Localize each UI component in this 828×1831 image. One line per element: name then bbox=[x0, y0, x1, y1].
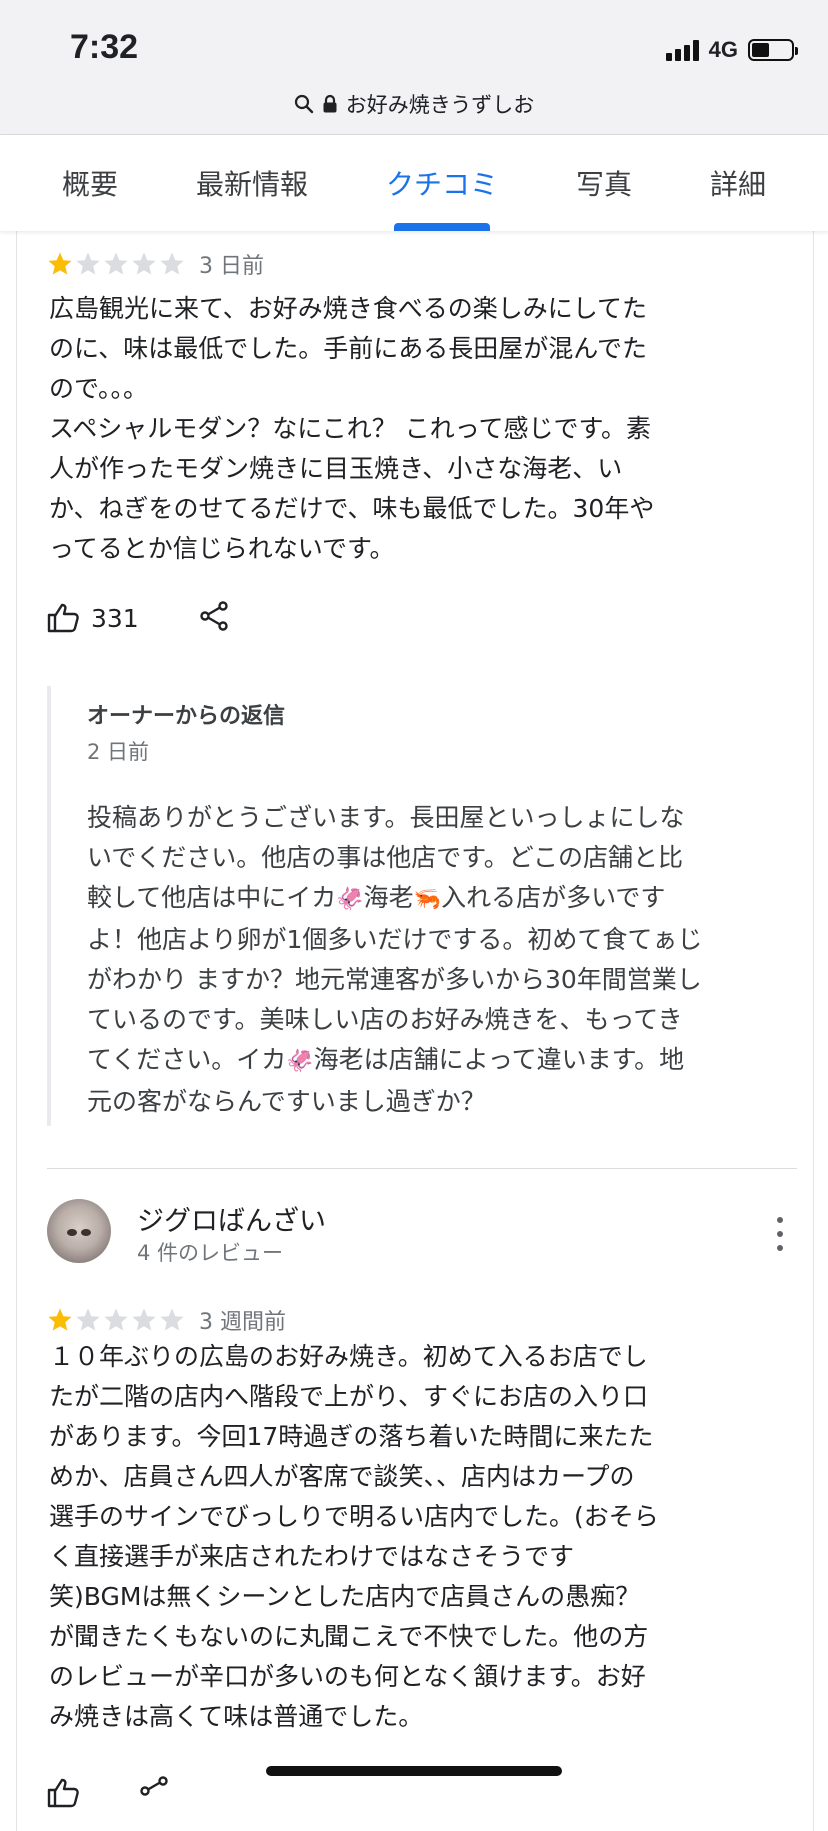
review-text-line: １０年ぶりの広島のお好み焼き。初めて入るお店でし bbox=[49, 1342, 648, 1371]
tab-photos[interactable]: 写真 bbox=[576, 135, 632, 231]
emoji-icon: 🦑 bbox=[286, 1049, 314, 1074]
active-tab-indicator bbox=[394, 223, 490, 231]
reviewer-header: ジグロばんざい 4 件のレビュー bbox=[47, 1199, 797, 1269]
url-bar[interactable]: お好み焼きうずしお bbox=[0, 84, 828, 124]
lock-icon bbox=[323, 94, 337, 113]
review-text-line: み焼きは高くて味は普通でした。 bbox=[49, 1702, 424, 1731]
reply-text-segment: 較して他店は中にイカ bbox=[87, 883, 337, 912]
star-empty-icon bbox=[104, 1308, 128, 1331]
review-actions bbox=[47, 1776, 169, 1810]
thumbs-up-icon bbox=[47, 1778, 79, 1808]
review-text-line: めか、店員さん四人が客席で談笑、、店内はカープの bbox=[49, 1462, 635, 1491]
reviews-list: 3 日前 広島観光に来て、お好み焼き食べるの楽しみにしてた のに、味は最低でした。… bbox=[16, 231, 814, 1831]
review-text-line: 選手のサインでびっしりで明るい店内でした。(おそら bbox=[49, 1502, 659, 1531]
reply-text-segment: 海老 bbox=[363, 883, 414, 912]
review-actions: 331 bbox=[47, 601, 229, 635]
emoji-icon: 🦑 bbox=[336, 887, 364, 912]
signal-icon bbox=[665, 39, 699, 61]
star-rating bbox=[47, 1307, 185, 1333]
review-text-line: のに、味は最低でした。手前にある長田屋が混んでた bbox=[49, 334, 648, 363]
reply-text-segment: てください。イカ bbox=[87, 1045, 287, 1074]
review-rating-row: 3 日前 bbox=[47, 248, 264, 280]
reply-text-segment: 投稿ありがとうございます。長田屋といっしょにしな bbox=[87, 803, 685, 832]
like-count: 331 bbox=[91, 603, 139, 633]
reply-text-segment: ているのです。美味しい店のお好み焼きを、もってき bbox=[87, 1005, 683, 1034]
review-divider bbox=[47, 1168, 797, 1169]
reply-text-line: がわかり ますか？地元常連客が多いから30年間営業し bbox=[87, 960, 702, 1000]
share-icon bbox=[200, 601, 228, 631]
home-indicator bbox=[266, 1766, 562, 1776]
star-empty-icon bbox=[76, 252, 100, 275]
star-empty-icon bbox=[104, 252, 128, 275]
reply-text-segment: 海老は店舗によって違います。地 bbox=[313, 1045, 685, 1074]
review-date: 3 日前 bbox=[199, 254, 264, 279]
reply-text-line: 元の客がならんですいまし過ぎか？ bbox=[87, 1082, 702, 1122]
owner-reply-date: 2 日前 bbox=[87, 740, 150, 764]
star-empty-icon bbox=[132, 1308, 156, 1331]
reply-text-segment: いでください。他店の事は他店です。どこの店舗と比 bbox=[87, 843, 684, 872]
thumbs-up-icon bbox=[47, 603, 79, 633]
status-icons: 4G bbox=[665, 34, 798, 66]
reply-text-line: 投稿ありがとうございます。長田屋といっしょにしな bbox=[87, 798, 702, 838]
share-button[interactable] bbox=[139, 1776, 169, 1810]
star-empty-icon bbox=[160, 252, 184, 275]
review-text-line: ってるとか信じられないです。 bbox=[49, 534, 395, 563]
review-text-line: 広島観光に来て、お好み焼き食べるの楽しみにしてた bbox=[49, 294, 648, 323]
star-empty-icon bbox=[132, 252, 156, 275]
reviewer-name[interactable]: ジグロばんざい bbox=[137, 1199, 326, 1238]
page-title: お好み焼きうずしお bbox=[345, 94, 535, 117]
review-text-line: 人が作ったモダン焼きに目玉焼き、小さな海老、い bbox=[49, 454, 623, 483]
review-text-line: があります。今回17時過ぎの落ち着いた時間に来たた bbox=[49, 1422, 654, 1451]
tab-details[interactable]: 詳細 bbox=[710, 135, 766, 231]
network-type: 4G bbox=[708, 37, 738, 62]
review-text-line: か、ねぎをのせてるだけで、味も最低でした。30年や bbox=[49, 494, 655, 523]
search-icon bbox=[294, 94, 313, 114]
star-filled-icon bbox=[48, 252, 72, 275]
avatar[interactable] bbox=[47, 1199, 111, 1263]
owner-reply-text: 投稿ありがとうございます。長田屋といっしょにしな いでください。他店の事は他店です… bbox=[87, 798, 702, 1122]
reply-text-segment: 入れる店が多いです bbox=[441, 883, 666, 912]
review-date: 3 週間前 bbox=[199, 1310, 286, 1335]
share-button[interactable] bbox=[199, 601, 229, 635]
battery-icon bbox=[748, 39, 798, 61]
browser-top-bar: 7:32 4G お好み焼きうずしお bbox=[0, 0, 828, 135]
review-rating-row: 3 週間前 bbox=[47, 1304, 286, 1336]
star-empty-icon bbox=[160, 1308, 184, 1331]
review-text-line: ので。。。 bbox=[49, 374, 149, 403]
reply-text-line: いでください。他店の事は他店です。どこの店舗と比 bbox=[87, 838, 702, 878]
owner-reply-title: オーナーからの返信 bbox=[87, 704, 286, 729]
like-button[interactable] bbox=[47, 1778, 79, 1808]
review-text-line: のレビューが辛口が多いのも何となく頷けます。お好 bbox=[49, 1662, 646, 1691]
share-icon bbox=[140, 1776, 168, 1796]
reviewer-review-count: 4 件のレビュー bbox=[137, 1241, 284, 1265]
review-text: １０年ぶりの広島のお好み焼き。初めて入るお店でし たが二階の店内へ階段で上がり、す… bbox=[49, 1337, 659, 1737]
reply-text-line: ているのです。美味しい店のお好み焼きを、もってき bbox=[87, 1000, 702, 1040]
review-text-line: スペシャルモダン？なにこれ？ これって感じです。素 bbox=[49, 414, 651, 443]
reply-text-line: 較して他店は中にイカ🦑海老🦐入れる店が多いです bbox=[87, 878, 702, 920]
review-text: 広島観光に来て、お好み焼き食べるの楽しみにしてた のに、味は最低でした。手前にある… bbox=[49, 289, 654, 569]
reply-text-line: てください。イカ🦑海老は店舗によって違います。地 bbox=[87, 1040, 702, 1082]
place-tabs: 概要 最新情報 クチコミ 写真 詳細 bbox=[0, 135, 828, 231]
reply-text-segment: よ！他店より卵が1個多いだけでする。初めて食てぁじ bbox=[87, 925, 703, 954]
tab-reviews[interactable]: クチコミ bbox=[386, 135, 498, 231]
reply-text-segment: 元の客がならんですいまし過ぎか？ bbox=[87, 1087, 486, 1116]
star-filled-icon bbox=[48, 1308, 72, 1331]
tab-overview[interactable]: 概要 bbox=[62, 135, 118, 231]
review-text-line: たが二階の店内へ階段で上がり、すぐにお店の入り口 bbox=[49, 1382, 649, 1411]
owner-reply: オーナーからの返信 2 日前 投稿ありがとうございます。長田屋といっしょにしない… bbox=[47, 686, 791, 1126]
star-empty-icon bbox=[76, 1308, 100, 1331]
emoji-icon: 🦐 bbox=[413, 887, 442, 912]
reply-text-segment: がわかり ますか？地元常連客が多いから30年間営業し bbox=[87, 965, 702, 994]
more-options-icon[interactable] bbox=[775, 1217, 785, 1251]
like-button[interactable]: 331 bbox=[47, 603, 139, 633]
review-text-line: く直接選手が来店されたわけではなさそうです bbox=[49, 1542, 575, 1571]
reply-text-line: よ！他店より卵が1個多いだけでする。初めて食てぁじ bbox=[87, 920, 702, 960]
tab-updates[interactable]: 最新情報 bbox=[196, 135, 308, 231]
review-text-line: が聞きたくもないのに丸聞こえで不快でした。他の方 bbox=[49, 1622, 649, 1651]
status-time: 7:32 bbox=[70, 28, 139, 66]
review-text-line: 笑)BGMは無くシーンとした店内で店員さんの愚痴？ bbox=[49, 1582, 641, 1611]
star-rating bbox=[47, 251, 185, 277]
